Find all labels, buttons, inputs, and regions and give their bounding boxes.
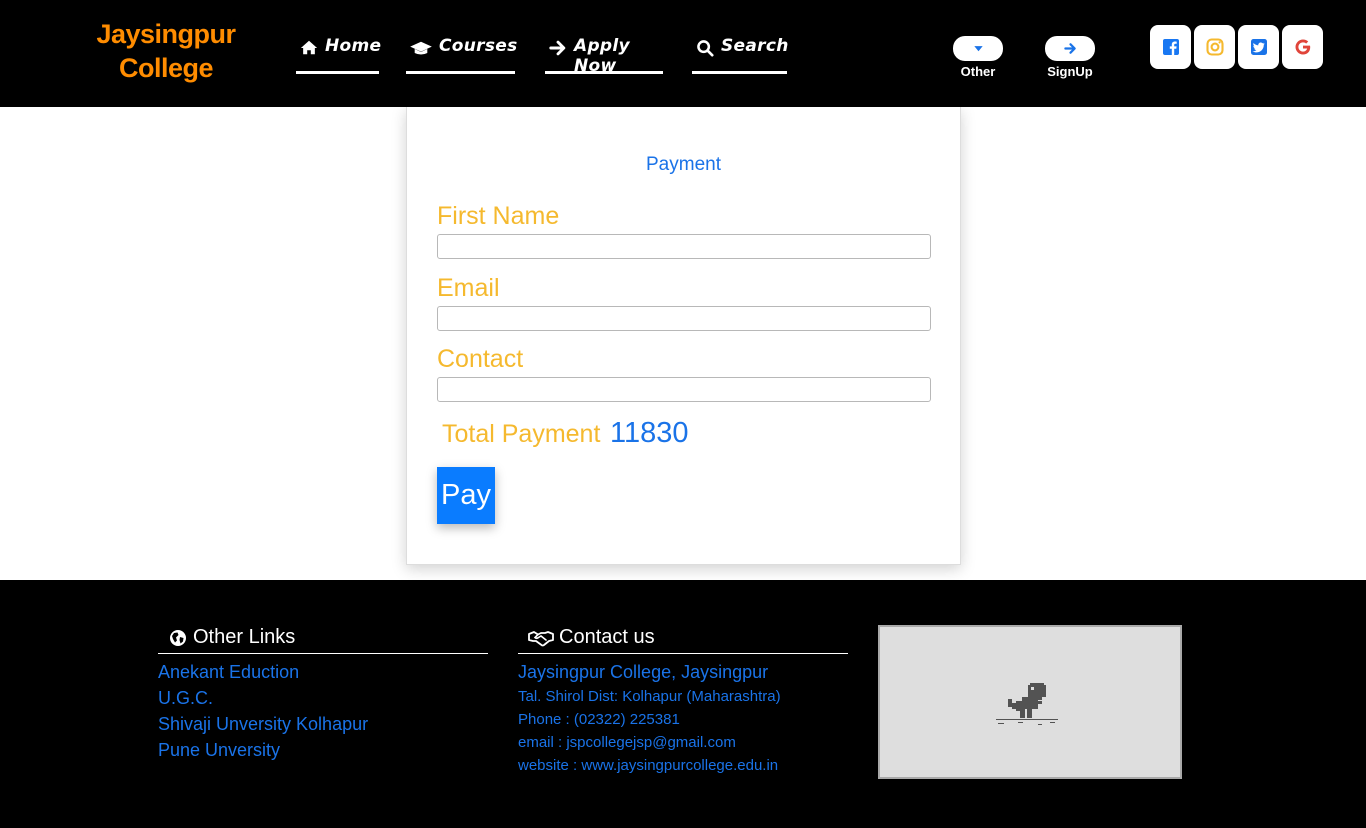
payment-title: Payment: [646, 154, 721, 175]
handshake-icon: [528, 630, 554, 646]
contact-phone: Phone : (02322) 225381: [518, 711, 680, 728]
first-name-label: First Name: [437, 202, 560, 230]
dinosaur-icon: [996, 683, 1058, 725]
instagram-button[interactable]: [1194, 25, 1235, 69]
footer-link-pune[interactable]: Pune Unversity: [158, 737, 488, 763]
twitter-button[interactable]: [1238, 25, 1279, 69]
other-pill[interactable]: [953, 36, 1003, 61]
caret-down-icon: [973, 46, 983, 52]
site-header: Jaysingpur College Home Courses Apply No…: [0, 0, 1366, 107]
contact-website[interactable]: website : www.jaysingpurcollege.edu.in: [518, 754, 848, 777]
logo-line-1: Jaysingpur: [96, 19, 236, 49]
nav-apply-now[interactable]: Apply Now: [545, 36, 663, 76]
other-links-section: Other Links Anekant Eduction U.G.C. Shiv…: [158, 622, 488, 763]
nav-courses-label: Courses: [439, 36, 518, 56]
arrow-right-icon: [549, 40, 566, 56]
contact-input[interactable]: [437, 377, 931, 402]
nav-search[interactable]: Search: [692, 36, 789, 74]
facebook-button[interactable]: [1150, 25, 1191, 69]
nav-home[interactable]: Home: [296, 36, 382, 74]
email-input[interactable]: [437, 306, 931, 331]
search-icon: [697, 40, 714, 57]
contact-heading-text: Contact us: [559, 626, 655, 648]
contact-details: Jaysingpur College, Jaysingpur Tal. Shir…: [518, 659, 848, 777]
contact-email: email : jspcollegejsp@gmail.com: [518, 734, 736, 751]
instagram-icon: [1205, 38, 1224, 56]
facebook-icon: [1162, 39, 1179, 55]
email-label: Email: [437, 274, 500, 302]
arrow-right-icon: [1063, 43, 1076, 54]
twitter-icon: [1250, 39, 1267, 55]
logo-line-2: College: [118, 53, 214, 83]
site-footer: Other Links Anekant Eduction U.G.C. Shiv…: [0, 580, 1366, 828]
other-links-heading-text: Other Links: [193, 626, 296, 648]
map-embed-frame[interactable]: [878, 625, 1182, 779]
footer-link-anekant[interactable]: Anekant Eduction: [158, 659, 488, 685]
home-icon: [300, 40, 318, 55]
google-button[interactable]: [1282, 25, 1323, 69]
other-label: Other: [960, 64, 996, 79]
pay-button[interactable]: Pay: [437, 467, 495, 524]
signup-button[interactable]: SignUp: [1043, 36, 1097, 79]
graduation-cap-icon: [410, 41, 432, 55]
footer-link-shivaji[interactable]: Shivaji Unversity Kolhapur: [158, 711, 488, 737]
total-payment-label: Total Payment: [442, 420, 601, 448]
other-links-list: Anekant Eduction U.G.C. Shivaji Unversit…: [158, 659, 488, 763]
nav-home-label: Home: [325, 36, 382, 56]
other-button[interactable]: Other: [951, 36, 1005, 79]
payment-card: Payment First Name Email Contact Total P…: [406, 107, 961, 565]
contact-heading: Contact us: [518, 622, 848, 654]
contact-address: Tal. Shirol Dist: Kolhapur (Maharashtra): [518, 688, 781, 705]
contact-college-name: Jaysingpur College, Jaysingpur: [518, 662, 769, 682]
total-payment-value: 11830: [610, 417, 689, 449]
nav-search-label: Search: [721, 36, 789, 56]
other-links-heading: Other Links: [158, 622, 488, 654]
contact-label: Contact: [437, 345, 524, 373]
signup-pill[interactable]: [1045, 36, 1095, 61]
contact-section: Contact us Jaysingpur College, Jaysingpu…: [518, 622, 848, 777]
footer-link-ugc[interactable]: U.G.C.: [158, 685, 488, 711]
college-logo[interactable]: Jaysingpur College: [96, 17, 236, 85]
nav-courses[interactable]: Courses: [406, 36, 518, 74]
nav-apply-label: Apply Now: [574, 36, 630, 76]
globe-icon: [170, 629, 186, 646]
google-icon: [1295, 39, 1310, 55]
first-name-input[interactable]: [437, 234, 931, 259]
signup-label: SignUp: [1047, 64, 1093, 79]
